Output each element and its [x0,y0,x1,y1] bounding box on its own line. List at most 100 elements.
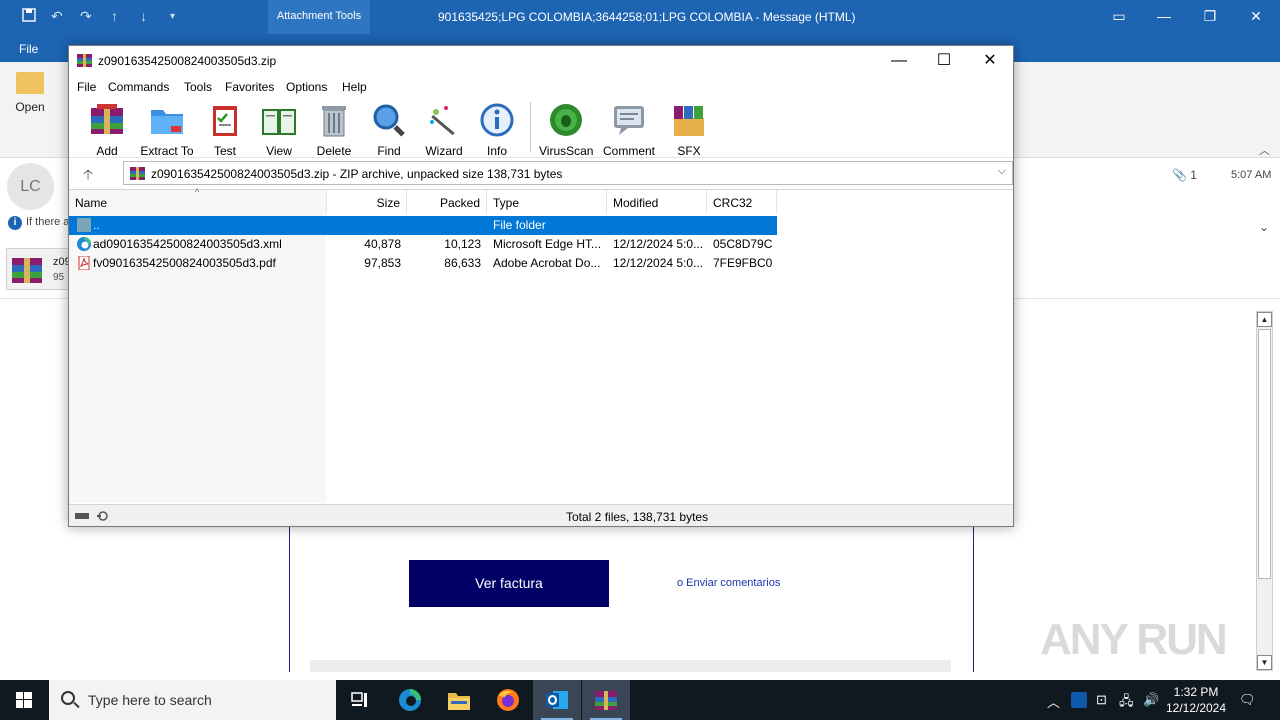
up-icon[interactable]: ↑ [111,8,118,24]
device-icon[interactable]: ⊡ [1096,692,1107,708]
watermark: ANY RUN [1040,615,1228,664]
row-size: 97,853 [364,256,401,270]
down-icon[interactable]: ↓ [140,8,147,24]
info-button[interactable]: Info [479,102,515,158]
outlook-taskbar-button[interactable] [533,680,581,720]
column-size[interactable]: Size [327,190,407,214]
outlook-tray-icon[interactable] [1071,692,1087,708]
wizard-button[interactable]: Wizard [423,102,465,158]
file-explorer-button[interactable] [435,680,483,720]
folder-icon [448,693,470,710]
test-button[interactable]: Test [207,102,243,158]
customize-qa-icon[interactable]: ▾ [170,11,175,22]
status-text: Total 2 files, 138,731 bytes [566,510,709,524]
chevron-down-icon[interactable]: ⌵ [998,165,1006,178]
attachment-tools-tab[interactable]: Attachment Tools [268,0,370,34]
table-row[interactable]: ad090163542500824003505d3.xml 40,878 10,… [69,235,777,254]
add-label: Add [96,144,118,158]
clock-time: 1:32 PM [1173,685,1219,699]
column-type[interactable]: Type [487,190,607,214]
firefox-button[interactable] [484,680,532,720]
restore-icon[interactable]: ❐ [1197,6,1223,26]
taskbar-search[interactable]: Type here to search [49,680,336,720]
row-packed: 10,123 [444,237,481,251]
view-book-icon [262,109,296,135]
table-row[interactable]: .. File folder [69,216,777,235]
winrar-toolbar: Add Extract To Test View Delete Find Wiz… [69,98,1013,158]
comment-icon [614,106,644,135]
firefox-icon [497,689,519,711]
menu-options[interactable]: Options [286,80,327,94]
sfx-button[interactable]: SFX [669,102,709,158]
enviar-comentarios-link[interactable]: o Enviar comentarios [677,577,780,589]
minimize-icon[interactable]: — [1151,6,1177,26]
received-time: 5:07 AM [1231,169,1272,181]
info-icon: i [8,216,22,230]
outlook-icon [546,691,568,709]
open-label: Open [15,100,45,114]
menu-commands[interactable]: Commands [108,80,169,94]
winrar-maximize-icon[interactable]: ☐ [921,46,967,76]
scroll-down-icon[interactable]: ▼ [1257,655,1272,670]
address-bar: 🡡 z090163542500824003505d3.zip - ZIP arc… [73,161,1013,187]
clock[interactable]: 1:32 PM 12/12/2024 [1163,684,1229,716]
search-icon [61,691,75,705]
attachment-size: 95 [53,272,65,283]
row-size: 40,878 [364,237,401,251]
winrar-close-icon[interactable]: ✕ [967,46,1013,76]
taskbar: Type here to search ︿ ⊡ 🖧 🔊 1:32 PM 12/1… [0,680,1280,720]
expand-header-icon[interactable]: ⌄ [1259,220,1269,234]
scroll-thumb[interactable] [1258,329,1271,579]
scroll-up-icon[interactable]: ▲ [1257,312,1272,327]
find-button[interactable]: Find [369,102,409,158]
column-header: Name Size Packed Type Modified CRC32 ^ [69,187,1013,214]
view-button[interactable]: View [257,102,301,158]
info-icon [480,103,514,137]
email-body-frame [289,526,974,672]
comment-button[interactable]: Comment [601,102,657,158]
virusscan-button[interactable]: VirusScan [539,102,593,158]
start-button[interactable] [0,680,48,720]
volume-icon[interactable]: 🔊 [1143,692,1159,708]
edge-taskbar-button[interactable] [386,680,434,720]
save-icon[interactable] [22,8,36,25]
network-icon[interactable]: 🖧 [1119,692,1134,714]
up-folder-icon[interactable]: 🡡 [83,164,93,188]
row-name: fv090163542500824003505d3.pdf [93,256,276,270]
open-button[interactable]: Open [8,72,52,114]
collapse-ribbon-icon[interactable]: ︿ [1259,142,1270,158]
show-hidden-icons-icon[interactable]: ︿ [1047,692,1060,711]
comment-label: Comment [602,144,655,158]
winrar-minimize-icon[interactable]: — [876,46,922,76]
delete-button[interactable]: Delete [314,102,354,158]
menu-favorites[interactable]: Favorites [225,80,274,94]
virusscan-icon [550,104,582,136]
windows-logo-icon [16,692,32,708]
address-box[interactable]: z090163542500824003505d3.zip - ZIP archi… [123,161,1013,185]
outlook-title-bar: ↶ ↷ ↑ ↓ ▾ Attachment Tools 901635425;LPG… [0,0,1280,34]
winrar-taskbar-button[interactable] [582,680,630,720]
menu-tools[interactable]: Tools [184,80,212,94]
sfx-label: SFX [677,144,701,158]
tab-file[interactable]: File [19,42,38,56]
close-icon[interactable]: ✕ [1243,6,1269,26]
delete-label: Delete [316,144,352,158]
menu-file[interactable]: File [77,80,96,94]
ver-factura-button[interactable]: Ver factura [409,560,609,607]
view-label: View [266,144,292,158]
add-button[interactable]: Add [87,102,127,158]
notifications-icon[interactable]: 🗨 [1239,692,1256,708]
column-packed[interactable]: Packed [407,190,487,214]
row-modified: 12/12/2024 5:0... [613,237,704,251]
column-crc32[interactable]: CRC32 [707,190,777,214]
redo-icon[interactable]: ↷ [80,8,92,25]
ribbon-display-icon[interactable]: ▭ [1106,6,1132,26]
vertical-scrollbar[interactable]: ▲ ▼ [1256,311,1273,671]
attachment-chip[interactable]: z09 95 [6,248,71,290]
undo-icon[interactable]: ↶ [51,8,63,25]
task-view-button[interactable] [336,680,384,720]
menu-help[interactable]: Help [342,80,367,94]
table-row[interactable]: fv090163542500824003505d3.pdf 97,853 86,… [69,254,777,273]
extract-to-button[interactable]: Extract To [140,102,194,158]
column-modified[interactable]: Modified [607,190,707,214]
